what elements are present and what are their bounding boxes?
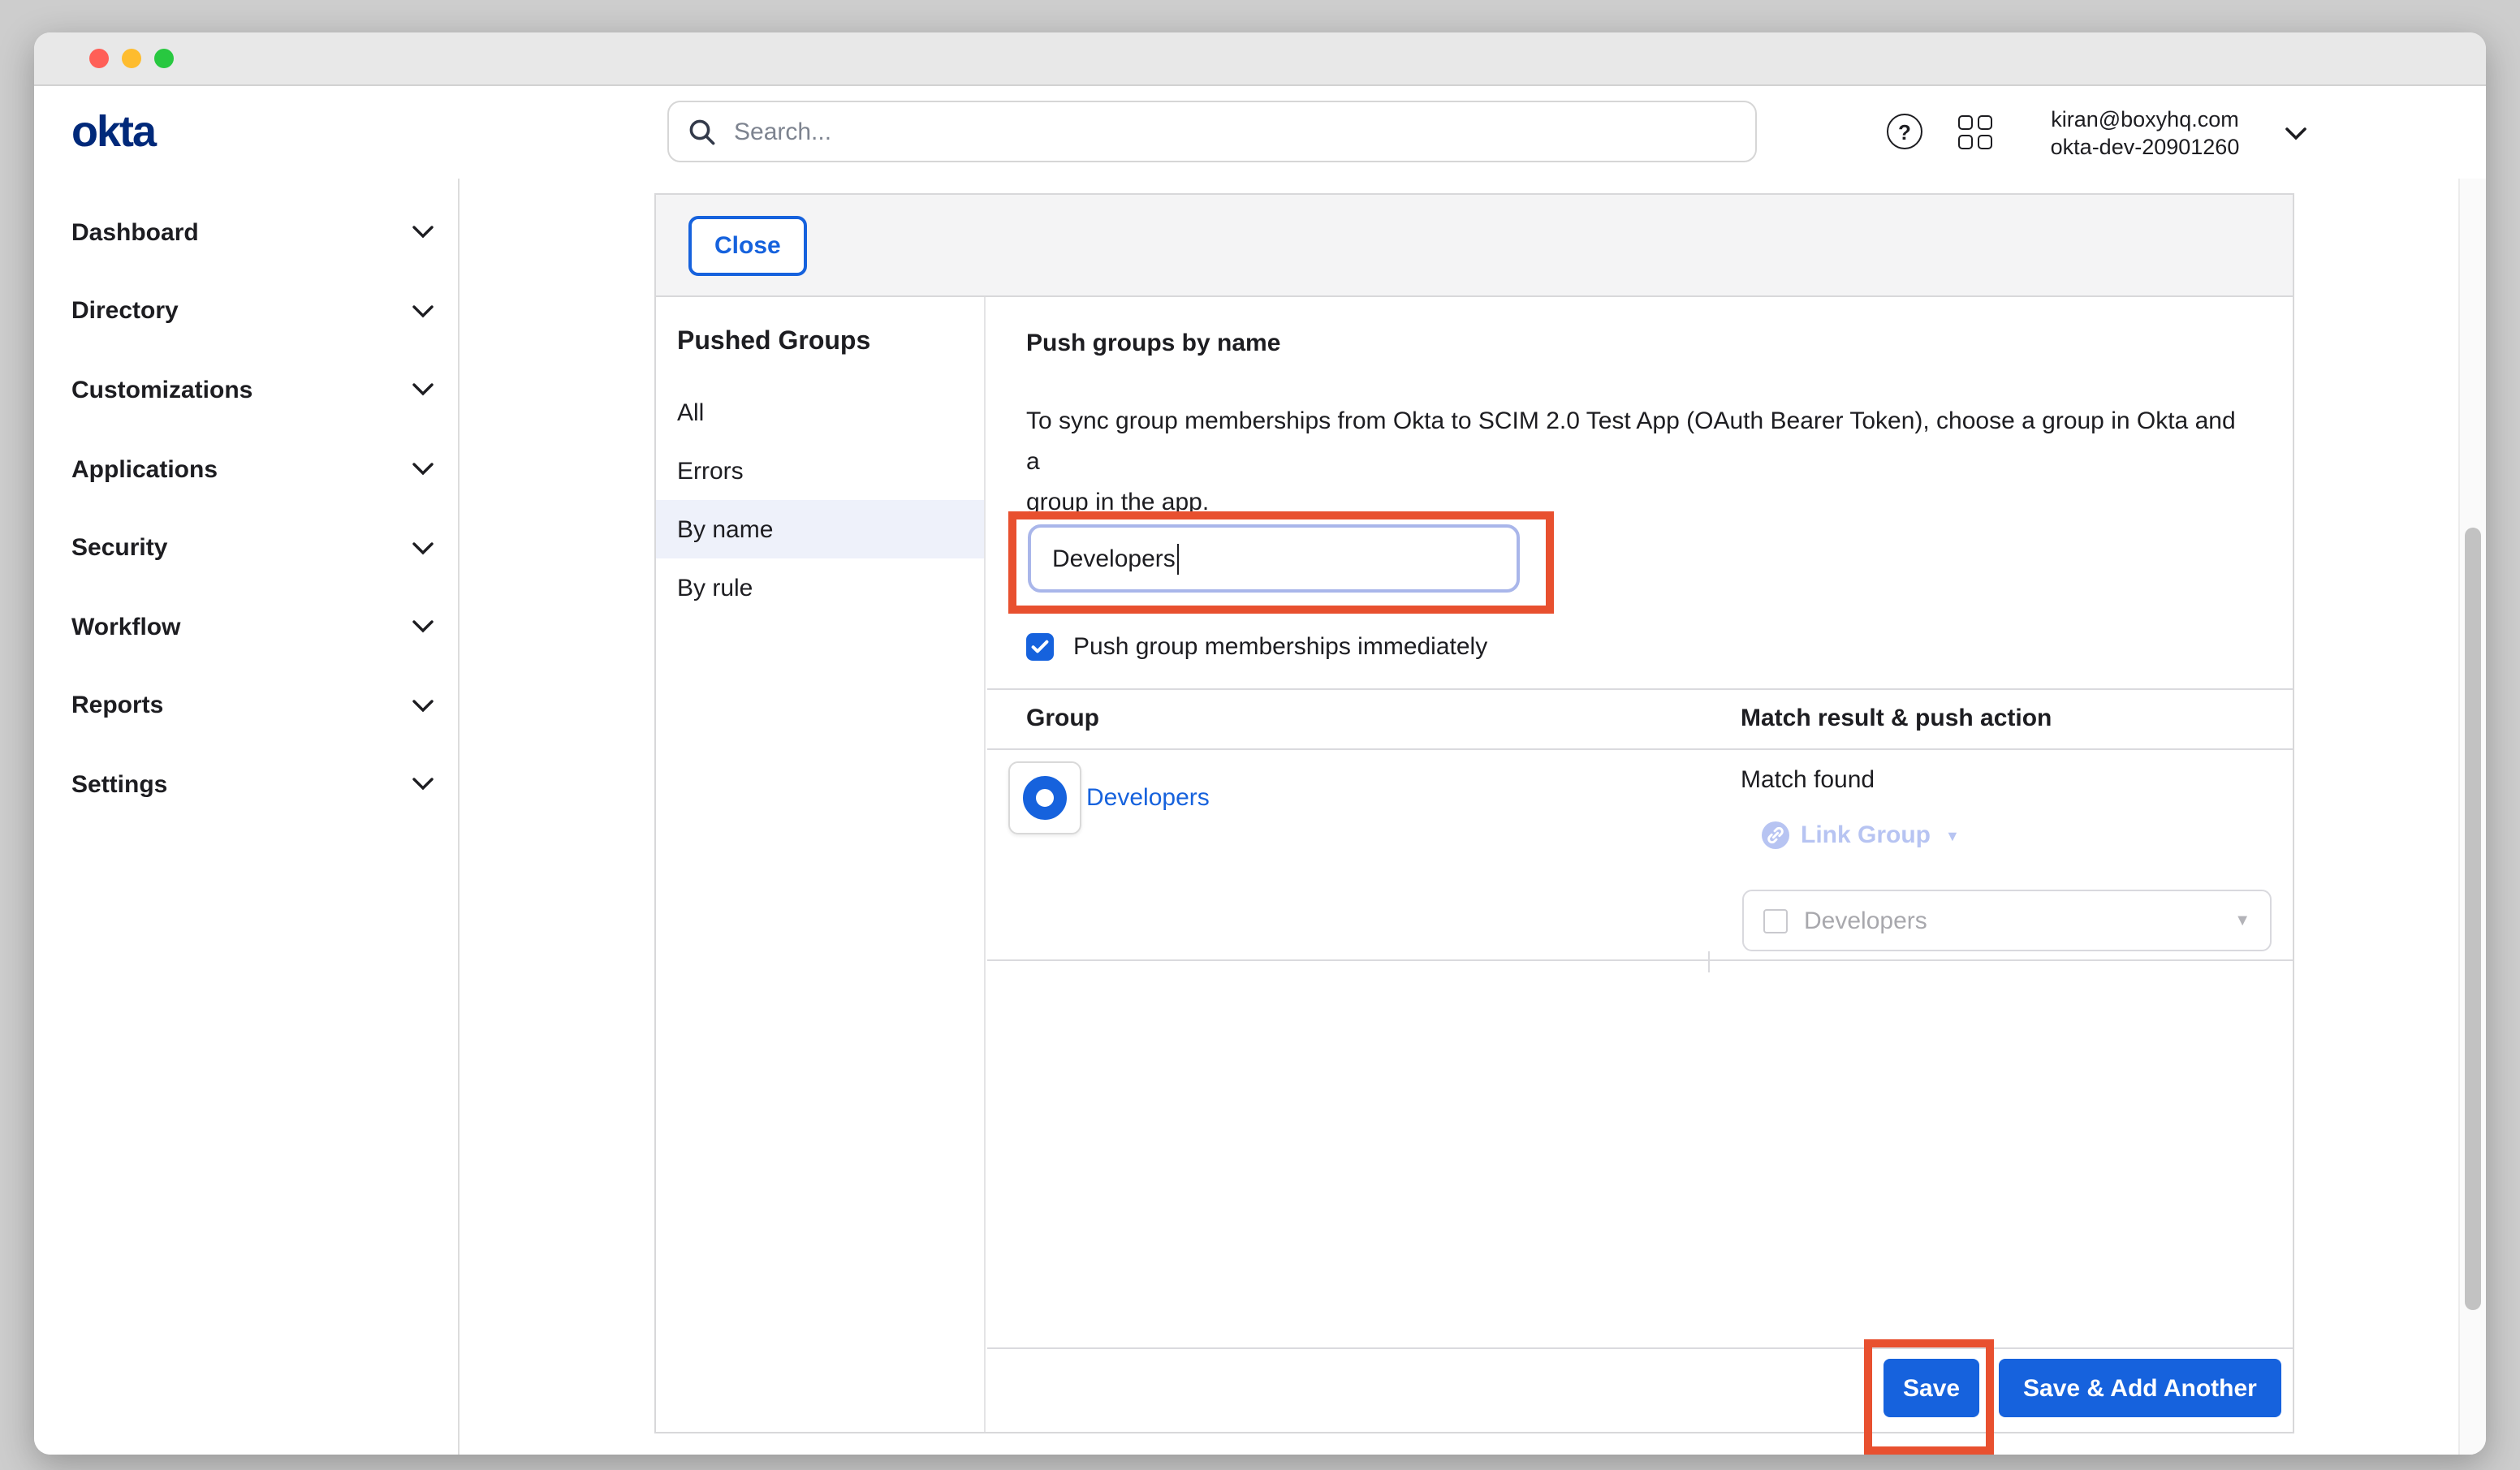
sidebar-item-directory[interactable]: Directory bbox=[34, 272, 458, 351]
okta-logo: okta bbox=[71, 107, 155, 157]
app-header: okta ? kiran@boxyhq.com okta-dev-2090126… bbox=[34, 86, 2486, 180]
group-avatar bbox=[1008, 761, 1081, 834]
app-window: okta ? kiran@boxyhq.com okta-dev-2090126… bbox=[34, 32, 2486, 1455]
account-email: kiran@boxyhq.com bbox=[2018, 106, 2272, 133]
sidebar-item-settings[interactable]: Settings bbox=[34, 745, 458, 824]
dropdown-arrow-icon: ▼ bbox=[1945, 827, 1960, 843]
screen: okta ? kiran@boxyhq.com okta-dev-2090126… bbox=[0, 0, 2520, 1470]
panel-description: To sync group memberships from Okta to S… bbox=[1026, 401, 2236, 523]
sidebar-nav: Dashboard Directory Customizations Appli… bbox=[34, 179, 460, 1455]
link-group-dropdown[interactable]: Link Group ▼ bbox=[1762, 821, 1960, 849]
sidebar-item-dashboard[interactable]: Dashboard bbox=[34, 193, 458, 272]
dialog-toolbar: Close bbox=[656, 195, 2293, 297]
table-row: Developers Match found Link Group bbox=[987, 750, 2293, 961]
app-group-select[interactable]: Developers ▼ bbox=[1742, 890, 2272, 951]
scrollbar-track[interactable] bbox=[2458, 179, 2486, 1455]
app-group-select-value: Developers bbox=[1804, 907, 1927, 934]
chevron-down-icon bbox=[412, 384, 434, 397]
match-status: Match found bbox=[1741, 766, 1875, 794]
sidebar-item-customizations[interactable]: Customizations bbox=[34, 351, 458, 429]
dropdown-arrow-icon: ▼ bbox=[2234, 912, 2250, 929]
panel-heading: Push groups by name bbox=[1026, 330, 1280, 357]
divider bbox=[987, 688, 2293, 690]
link-group-label: Link Group bbox=[1801, 821, 1931, 849]
group-name-link[interactable]: Developers bbox=[1086, 784, 1210, 812]
help-icon[interactable]: ? bbox=[1887, 114, 1922, 149]
column-header-match: Match result & push action bbox=[1741, 705, 2052, 732]
account-menu[interactable]: kiran@boxyhq.com okta-dev-20901260 bbox=[2018, 106, 2272, 161]
push-by-name-panel: Push groups by name To sync group member… bbox=[987, 297, 2293, 1432]
push-immediately-label: Push group memberships immediately bbox=[1073, 633, 1487, 661]
column-divider bbox=[1708, 951, 1710, 972]
app-group-icon bbox=[1763, 908, 1788, 933]
push-groups-dialog: Close Pushed Groups All Errors By name B… bbox=[654, 193, 2294, 1433]
push-immediately-row: Push group memberships immediately bbox=[1026, 633, 1487, 661]
nav-item-all[interactable]: All bbox=[656, 383, 984, 442]
sidebar-item-workflow[interactable]: Workflow bbox=[34, 588, 458, 666]
sidebar-item-applications[interactable]: Applications bbox=[34, 430, 458, 509]
chevron-down-icon bbox=[412, 226, 434, 239]
chevron-down-icon bbox=[412, 305, 434, 318]
search-input[interactable] bbox=[731, 116, 1755, 147]
group-search-input[interactable]: Developers bbox=[1028, 524, 1520, 593]
pushed-groups-nav: Pushed Groups All Errors By name By rule bbox=[656, 297, 986, 1432]
group-donut-icon bbox=[1023, 776, 1067, 820]
apps-grid-icon[interactable] bbox=[1958, 115, 1992, 149]
text-caret bbox=[1177, 543, 1180, 574]
annotation-box-input: Developers bbox=[1008, 511, 1554, 614]
nav-item-by-rule[interactable]: By rule bbox=[656, 558, 984, 617]
row-divider bbox=[987, 959, 2293, 961]
nav-item-by-name[interactable]: By name bbox=[656, 500, 984, 558]
nav-item-errors[interactable]: Errors bbox=[656, 442, 984, 500]
chevron-down-icon bbox=[412, 778, 434, 791]
column-header-group: Group bbox=[1026, 705, 1099, 732]
scrollbar-thumb[interactable] bbox=[2464, 528, 2480, 1310]
link-icon bbox=[1762, 821, 1789, 849]
close-button[interactable]: Close bbox=[688, 216, 807, 276]
sidebar-item-reports[interactable]: Reports bbox=[34, 666, 458, 745]
chevron-down-icon bbox=[412, 541, 434, 554]
pushed-groups-title: Pushed Groups bbox=[677, 328, 984, 357]
save-add-another-button[interactable]: Save & Add Another bbox=[1999, 1359, 2281, 1417]
traffic-light-close-button[interactable] bbox=[89, 49, 109, 68]
chevron-down-icon bbox=[412, 700, 434, 713]
global-search[interactable] bbox=[667, 101, 1757, 162]
push-immediately-checkbox[interactable] bbox=[1026, 633, 1054, 661]
chevron-down-icon bbox=[412, 463, 434, 476]
footer-divider bbox=[987, 1347, 2293, 1349]
search-icon bbox=[688, 118, 716, 145]
check-icon bbox=[1031, 640, 1049, 654]
traffic-light-minimize-button[interactable] bbox=[122, 49, 141, 68]
traffic-light-zoom-button[interactable] bbox=[154, 49, 174, 68]
chevron-down-icon bbox=[412, 621, 434, 634]
window-titlebar bbox=[34, 32, 2486, 86]
sidebar-item-security[interactable]: Security bbox=[34, 509, 458, 588]
annotation-box-save bbox=[1864, 1339, 1994, 1455]
chevron-down-icon[interactable] bbox=[2285, 127, 2307, 141]
account-org: okta-dev-20901260 bbox=[2018, 133, 2272, 161]
